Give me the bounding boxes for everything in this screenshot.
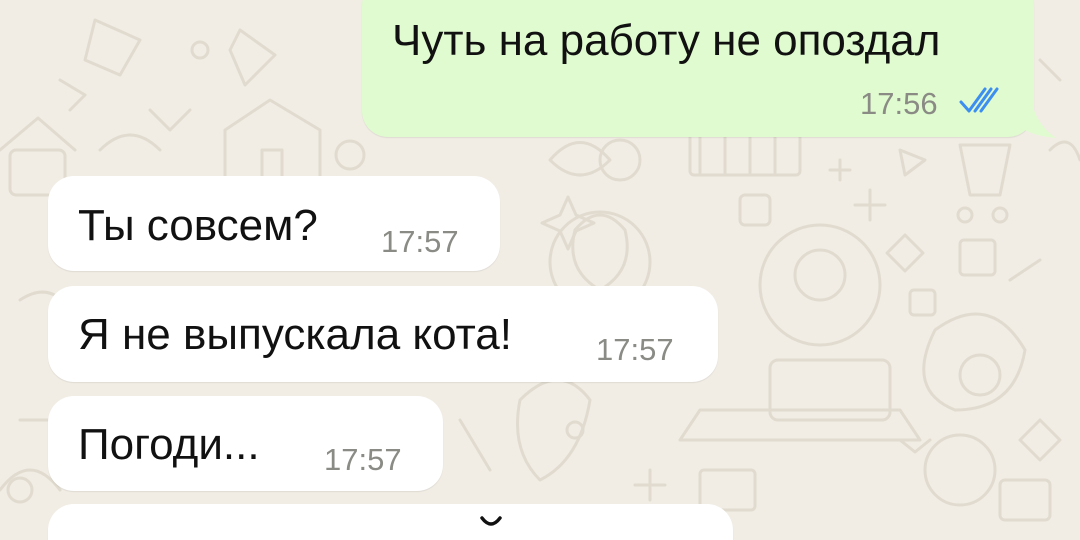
double-check-read-icon [959,87,999,113]
message-bubble-incoming-partial[interactable] [48,504,733,540]
message-bubble-incoming[interactable]: Я не выпускала кота! 17:57 [48,286,718,382]
message-list[interactable]: Чуть на работу не опоздал 17:56 Ты совсе… [0,0,1080,540]
message-bubble-outgoing[interactable]: Чуть на работу не опоздал 17:56 [362,0,1034,137]
message-text: Чуть на работу не опоздал [392,16,941,65]
message-timestamp: 17:57 [596,332,674,367]
message-timestamp: 17:57 [381,224,459,259]
message-timestamp: 17:57 [324,442,402,477]
bubble-tail [1018,104,1056,138]
message-timestamp: 17:56 [860,86,938,121]
message-bubble-incoming[interactable]: Погоди... 17:57 [48,396,443,491]
message-text: Ты совсем? [78,201,318,250]
cropped-text-fragment [480,516,502,526]
message-bubble-incoming[interactable]: Ты совсем? 17:57 [48,176,500,271]
message-text: Погоди... [78,420,260,469]
message-text: Я не выпускала кота! [78,310,512,359]
